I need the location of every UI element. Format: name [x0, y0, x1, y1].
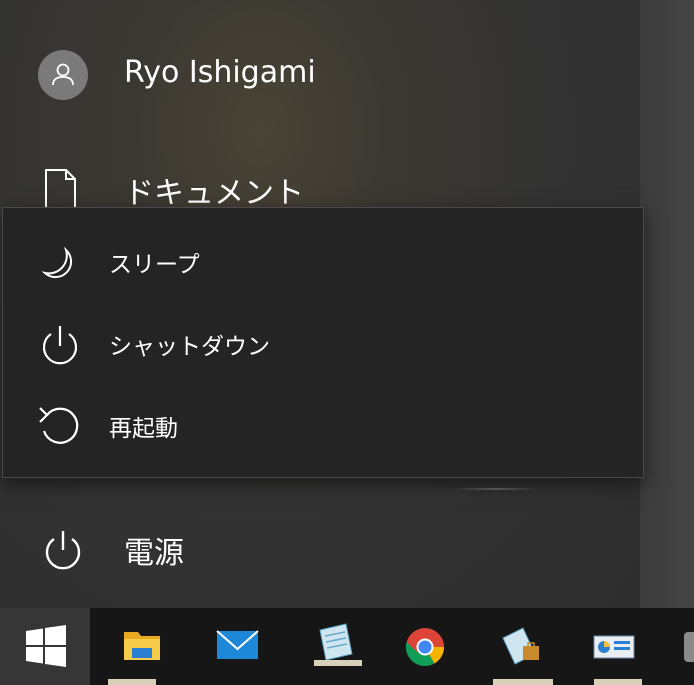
desktop: Ryo Ishigami ドキュメント 電源 スリープ シャットダウン 再起動: [0, 0, 694, 685]
taskbar-chrome[interactable]: [391, 608, 459, 685]
moon-icon: [41, 246, 73, 278]
running-indicator: [493, 679, 553, 685]
start-tiles-area: [640, 0, 694, 608]
taskbar-file-explorer[interactable]: [108, 608, 176, 685]
running-indicator: [108, 679, 156, 685]
control-panel-icon: [593, 635, 635, 659]
power-options-menu: スリープ シャットダウン 再起動: [2, 207, 644, 478]
person-icon: [52, 63, 74, 86]
divider: [452, 488, 540, 490]
avatar: [38, 50, 88, 100]
taskbar-notepad[interactable]: [302, 608, 370, 685]
taskbar-briefcase[interactable]: [493, 608, 561, 685]
power-icon: [45, 531, 81, 570]
menu-item-shutdown[interactable]: シャットダウン: [3, 304, 643, 384]
chrome-icon: [405, 628, 445, 667]
sidebar-item-label: 電源: [124, 536, 184, 571]
restart-icon: [39, 407, 79, 444]
running-indicator: [594, 679, 642, 685]
briefcase-icon: [502, 627, 539, 665]
file-explorer-icon: [124, 632, 160, 660]
power-button[interactable]: 電源: [0, 510, 640, 590]
taskbar: [0, 608, 694, 685]
app-icon: [684, 632, 694, 662]
start-icon: [26, 625, 66, 667]
taskbar-mail[interactable]: [205, 608, 273, 685]
menu-item-restart[interactable]: 再起動: [3, 386, 643, 466]
taskbar-control-panel[interactable]: [584, 608, 652, 685]
user-name: Ryo Ishigami: [124, 54, 316, 90]
menu-item-label: スリープ: [109, 252, 200, 278]
user-account-button[interactable]: Ryo Ishigami: [0, 32, 640, 112]
mail-icon: [216, 630, 259, 659]
sidebar-item-label: ドキュメント: [124, 176, 304, 211]
menu-item-label: シャットダウン: [109, 334, 270, 360]
menu-item-label: 再起動: [109, 416, 178, 442]
taskbar-overflow-item[interactable]: [676, 608, 694, 685]
notepad-icon: [314, 623, 362, 666]
menu-item-sleep[interactable]: スリープ: [3, 222, 643, 302]
power-icon: [42, 326, 78, 365]
start-button[interactable]: [0, 608, 90, 685]
